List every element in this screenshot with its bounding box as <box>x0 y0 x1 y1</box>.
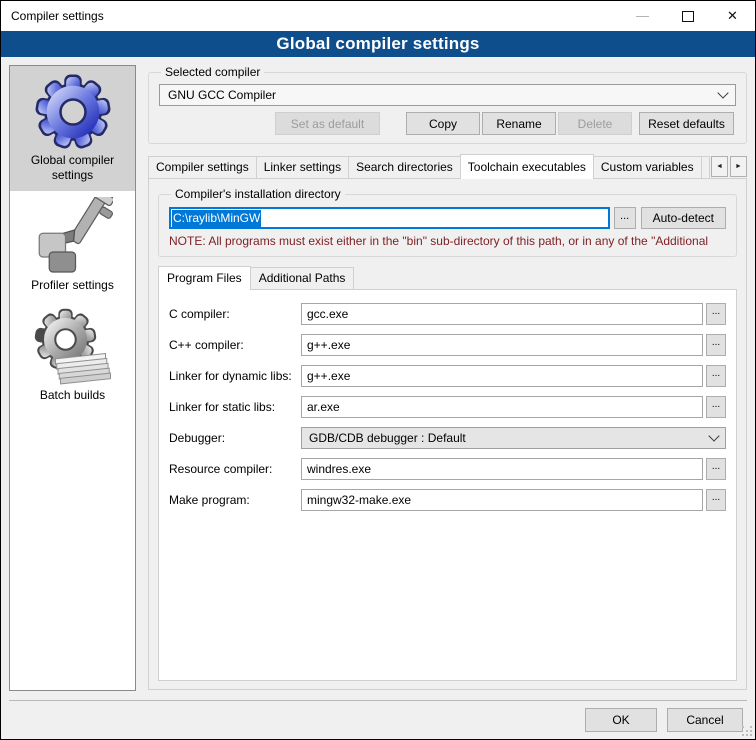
program-files-page: C compiler: ... C++ compiler: ... Linker… <box>158 289 737 681</box>
bin-subdirectory-note: NOTE: All programs must exist either in … <box>169 234 726 248</box>
installation-directory-label: Compiler's installation directory <box>171 187 345 201</box>
resource-compiler-input[interactable] <box>301 458 703 480</box>
tab-linker-settings[interactable]: Linker settings <box>256 156 349 178</box>
cpp-compiler-browse-button[interactable]: ... <box>706 334 726 356</box>
maximize-button[interactable] <box>665 1 710 31</box>
tab-additional-paths[interactable]: Additional Paths <box>250 267 355 289</box>
static-linker-label: Linker for static libs: <box>169 400 301 414</box>
caliper-icon <box>33 197 113 277</box>
sidebar-item-batch-builds[interactable]: Batch builds <box>10 301 135 411</box>
sidebar-item-label: Global compiler settings <box>12 153 133 183</box>
tab-scroll-right-button[interactable]: ► <box>730 156 747 177</box>
dynamic-linker-row: Linker for dynamic libs: ... <box>169 365 726 387</box>
set-as-default-button: Set as default <box>275 112 380 135</box>
settings-tabs: Compiler settings Linker settings Search… <box>148 154 747 178</box>
cancel-button[interactable]: Cancel <box>667 708 743 732</box>
chevron-down-icon <box>717 87 728 98</box>
auto-detect-button[interactable]: Auto-detect <box>641 207 726 229</box>
maximize-icon <box>682 11 694 22</box>
static-linker-row: Linker for static libs: ... <box>169 396 726 418</box>
resource-compiler-browse-button[interactable]: ... <box>706 458 726 480</box>
titlebar: Compiler settings — ✕ <box>1 1 755 31</box>
installation-directory-row: C:\raylib\MinGW ... Auto-detect <box>169 207 726 229</box>
close-icon: ✕ <box>727 8 738 24</box>
cpp-compiler-input[interactable] <box>301 334 703 356</box>
installation-directory-value: C:\raylib\MinGW <box>172 210 261 227</box>
c-compiler-input[interactable] <box>301 303 703 325</box>
gear-icon <box>33 72 113 152</box>
static-linker-input[interactable] <box>301 396 703 418</box>
c-compiler-row: C compiler: ... <box>169 303 726 325</box>
static-linker-browse-button[interactable]: ... <box>706 396 726 418</box>
c-compiler-label: C compiler: <box>169 307 301 321</box>
make-program-label: Make program: <box>169 493 301 507</box>
copy-button[interactable]: Copy <box>406 112 480 135</box>
resource-compiler-label: Resource compiler: <box>169 462 301 476</box>
settings-category-list: Global compiler settings Profiler settin… <box>9 65 136 691</box>
cpp-compiler-row: C++ compiler: ... <box>169 334 726 356</box>
tab-scrollers: ◄ ► <box>709 156 747 177</box>
sidebar-item-profiler-settings[interactable]: Profiler settings <box>10 191 135 301</box>
make-program-browse-button[interactable]: ... <box>706 489 726 511</box>
compiler-select-value: GNU GCC Compiler <box>168 88 276 102</box>
selected-compiler-groupbox: Selected compiler GNU GCC Compiler Set a… <box>148 65 747 144</box>
tab-scroll-right-icon: ► <box>735 163 742 170</box>
tab-toolchain-executables[interactable]: Toolchain executables <box>460 154 594 179</box>
debugger-select[interactable]: GDB/CDB debugger : Default <box>301 427 726 449</box>
dynamic-linker-input[interactable] <box>301 365 703 387</box>
compiler-settings-dialog: Compiler settings — ✕ Global compiler se… <box>0 0 756 740</box>
dynamic-linker-browse-button[interactable]: ... <box>706 365 726 387</box>
chevron-down-icon <box>708 430 719 441</box>
installation-directory-groupbox: Compiler's installation directory C:\ray… <box>158 187 737 257</box>
tab-custom-variables[interactable]: Custom variables <box>593 156 702 178</box>
browse-directory-button[interactable]: ... <box>614 207 636 229</box>
minimize-button: — <box>620 1 665 31</box>
c-compiler-browse-button[interactable]: ... <box>706 303 726 325</box>
make-program-row: Make program: ... <box>169 489 726 511</box>
tab-search-directories[interactable]: Search directories <box>348 156 461 178</box>
close-button[interactable]: ✕ <box>710 1 755 31</box>
dialog-footer: OK Cancel <box>9 700 747 739</box>
sidebar-item-label: Profiler settings <box>12 278 133 293</box>
tab-scroll-left-button[interactable]: ◄ <box>711 156 728 177</box>
sidebar-item-global-compiler-settings[interactable]: Global compiler settings <box>10 66 135 191</box>
sidebar-item-label: Batch builds <box>12 388 133 403</box>
reset-defaults-button[interactable]: Reset defaults <box>639 112 734 135</box>
toolchain-executables-panel: Compiler's installation directory C:\ray… <box>148 178 747 690</box>
dynamic-linker-label: Linker for dynamic libs: <box>169 369 301 383</box>
rename-button[interactable]: Rename <box>482 112 556 135</box>
make-program-input[interactable] <box>301 489 703 511</box>
resize-grip[interactable] <box>742 726 744 728</box>
debugger-select-value: GDB/CDB debugger : Default <box>309 431 466 445</box>
window-title: Compiler settings <box>1 9 620 23</box>
tab-program-files[interactable]: Program Files <box>158 266 251 290</box>
resource-compiler-row: Resource compiler: ... <box>169 458 726 480</box>
installation-directory-input[interactable]: C:\raylib\MinGW <box>169 207 610 229</box>
tab-scroll-left-icon: ◄ <box>716 163 723 170</box>
ok-button[interactable]: OK <box>585 708 657 732</box>
compiler-select[interactable]: GNU GCC Compiler <box>159 84 736 106</box>
program-files-tabs: Program Files Additional Paths <box>158 266 737 289</box>
cpp-compiler-label: C++ compiler: <box>169 338 301 352</box>
batch-builds-gear-stack-icon <box>33 307 113 387</box>
selected-compiler-label: Selected compiler <box>161 65 264 79</box>
page-title: Global compiler settings <box>1 31 755 57</box>
minimize-icon: — <box>636 11 649 21</box>
debugger-row: Debugger: GDB/CDB debugger : Default <box>169 427 726 449</box>
tab-compiler-settings[interactable]: Compiler settings <box>148 156 257 178</box>
debugger-label: Debugger: <box>169 431 301 445</box>
settings-content: Selected compiler GNU GCC Compiler Set a… <box>148 65 747 690</box>
delete-button: Delete <box>558 112 632 135</box>
dialog-body: Global compiler settings Profiler settin… <box>1 57 755 690</box>
compiler-buttons-row: Set as default Copy Rename Delete Reset … <box>159 112 736 135</box>
